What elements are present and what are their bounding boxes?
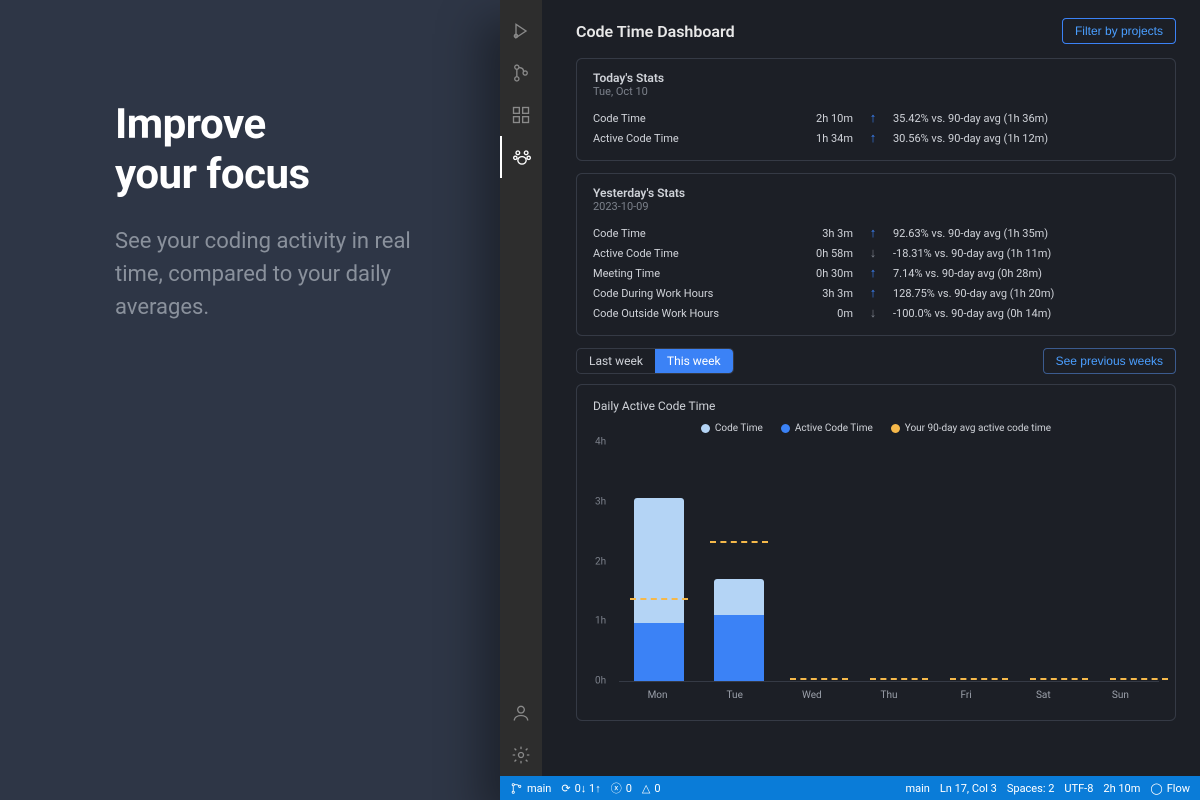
promo-heading: Improve your focus xyxy=(115,100,450,201)
legend-avg: Your 90-day avg active code time xyxy=(891,423,1051,434)
avg-line xyxy=(950,678,1008,680)
stat-label: Code Outside Work Hours xyxy=(593,307,793,320)
sync-indicator[interactable]: ⟳ 0↓ 1↑ xyxy=(561,782,600,795)
stat-row: Meeting Time0h 30m↑7.14% vs. 90-day avg … xyxy=(593,263,1159,283)
legend-code-time: Code Time xyxy=(701,423,763,434)
arrow-up-icon: ↑ xyxy=(853,110,893,126)
promo-sub: See your coding activity in real time, c… xyxy=(115,225,450,324)
panel-date: 2023-10-09 xyxy=(593,200,1159,213)
flow-status[interactable]: ◯ Flow xyxy=(1150,782,1190,795)
dashboard-title: Code Time Dashboard xyxy=(576,22,735,41)
source-control-icon[interactable] xyxy=(500,52,542,94)
avg-line xyxy=(870,678,928,680)
tab-this-week[interactable]: This week xyxy=(655,349,733,373)
arrow-up-icon: ↑ xyxy=(853,265,893,281)
arrow-up-icon: ↑ xyxy=(853,285,893,301)
stat-value: 1h 34m xyxy=(793,132,853,145)
promo-panel: Improve your focus See your coding activ… xyxy=(0,0,500,800)
stat-row: Code During Work Hours3h 3m↑128.75% vs. … xyxy=(593,283,1159,303)
stat-value: 0h 58m xyxy=(793,247,853,260)
tab-last-week[interactable]: Last week xyxy=(577,349,655,373)
y-tick: 4h xyxy=(595,437,606,448)
x-label: Tue xyxy=(696,682,773,712)
y-tick: 3h xyxy=(595,496,606,507)
panel-title: Yesterday's Stats xyxy=(593,186,1159,200)
status-bar: main ⟳ 0↓ 1↑ ⓧ 0 △ 0 main Ln 17, Col 3 S… xyxy=(500,776,1200,800)
avg-line xyxy=(710,541,768,543)
stat-comparison: 128.75% vs. 90-day avg (1h 20m) xyxy=(893,287,1159,300)
settings-gear-icon[interactable] xyxy=(500,734,542,776)
stat-row: Code Time3h 3m↑92.63% vs. 90-day avg (1h… xyxy=(593,223,1159,243)
warnings-indicator[interactable]: △ 0 xyxy=(642,782,661,795)
stat-label: Code Time xyxy=(593,112,793,125)
x-label: Fri xyxy=(928,682,1005,712)
stat-label: Code Time xyxy=(593,227,793,240)
stat-row: Active Code Time0h 58m↓-18.31% vs. 90-da… xyxy=(593,243,1159,263)
y-tick: 2h xyxy=(595,556,606,567)
encoding[interactable]: UTF-8 xyxy=(1064,782,1093,795)
run-icon[interactable] xyxy=(500,10,542,52)
chart-legend: Code Time Active Code Time Your 90-day a… xyxy=(593,423,1159,434)
branch-indicator[interactable]: main xyxy=(510,782,551,795)
panel-title: Today's Stats xyxy=(593,71,1159,85)
stat-comparison: 7.14% vs. 90-day avg (0h 28m) xyxy=(893,267,1159,280)
sb-branch[interactable]: main xyxy=(905,782,929,795)
x-label: Thu xyxy=(850,682,927,712)
bar-active-time xyxy=(714,615,764,681)
stat-comparison: 92.63% vs. 90-day avg (1h 35m) xyxy=(893,227,1159,240)
stat-row: Code Time2h 10m↑35.42% vs. 90-day avg (1… xyxy=(593,108,1159,128)
stat-value: 3h 3m xyxy=(793,227,853,240)
arrow-up-icon: ↑ xyxy=(853,130,893,146)
x-label: Wed xyxy=(773,682,850,712)
stat-value: 3h 3m xyxy=(793,287,853,300)
y-tick: 1h xyxy=(595,616,606,627)
software-paw-icon[interactable] xyxy=(500,136,542,178)
chart-panel: Daily Active Code Time Code Time Active … xyxy=(576,384,1176,721)
indent-setting[interactable]: Spaces: 2 xyxy=(1007,782,1055,795)
panel-date: Tue, Oct 10 xyxy=(593,85,1159,98)
previous-weeks-button[interactable]: See previous weeks xyxy=(1043,348,1176,374)
yesterdays-stats-panel: Yesterday's Stats 2023-10-09 Code Time3h… xyxy=(576,173,1176,336)
stat-comparison: 35.42% vs. 90-day avg (1h 36m) xyxy=(893,112,1159,125)
arrow-down-icon: ↓ xyxy=(853,245,893,261)
stat-label: Code During Work Hours xyxy=(593,287,793,300)
bar-chart: 0h1h2h3h4h MonTueWedThuFriSatSun xyxy=(593,442,1159,712)
filter-projects-button[interactable]: Filter by projects xyxy=(1062,18,1176,44)
legend-active-code-time: Active Code Time xyxy=(781,423,873,434)
stat-row: Active Code Time1h 34m↑30.56% vs. 90-day… xyxy=(593,128,1159,148)
arrow-down-icon: ↓ xyxy=(853,305,893,321)
chart-title: Daily Active Code Time xyxy=(593,399,1159,413)
avg-line xyxy=(790,678,848,680)
avg-line xyxy=(630,598,688,600)
cursor-position[interactable]: Ln 17, Col 3 xyxy=(940,782,997,795)
stat-value: 0h 30m xyxy=(793,267,853,280)
week-tabs: Last week This week xyxy=(576,348,734,374)
stat-row: Code Outside Work Hours0m↓-100.0% vs. 90… xyxy=(593,303,1159,323)
avg-line xyxy=(1030,678,1088,680)
avg-line xyxy=(1110,678,1168,680)
stat-comparison: 30.56% vs. 90-day avg (1h 12m) xyxy=(893,132,1159,145)
stat-comparison: -18.31% vs. 90-day avg (1h 11m) xyxy=(893,247,1159,260)
todays-stats-panel: Today's Stats Tue, Oct 10 Code Time2h 10… xyxy=(576,58,1176,161)
x-label: Sat xyxy=(1005,682,1082,712)
x-label: Mon xyxy=(619,682,696,712)
arrow-up-icon: ↑ xyxy=(853,225,893,241)
activity-bar xyxy=(500,0,542,776)
account-icon[interactable] xyxy=(500,692,542,734)
vscode-window: Code Time Dashboard Filter by projects T… xyxy=(500,0,1200,800)
stat-label: Meeting Time xyxy=(593,267,793,280)
extensions-icon[interactable] xyxy=(500,94,542,136)
stat-label: Active Code Time xyxy=(593,247,793,260)
stat-comparison: -100.0% vs. 90-day avg (0h 14m) xyxy=(893,307,1159,320)
dashboard-content: Code Time Dashboard Filter by projects T… xyxy=(542,0,1200,776)
bar-active-time xyxy=(634,623,684,681)
y-tick: 0h xyxy=(595,676,606,687)
code-time-status[interactable]: 2h 10m xyxy=(1103,782,1140,795)
x-label: Sun xyxy=(1082,682,1159,712)
stat-value: 0m xyxy=(793,307,853,320)
errors-indicator[interactable]: ⓧ 0 xyxy=(611,780,632,796)
stat-label: Active Code Time xyxy=(593,132,793,145)
stat-value: 2h 10m xyxy=(793,112,853,125)
